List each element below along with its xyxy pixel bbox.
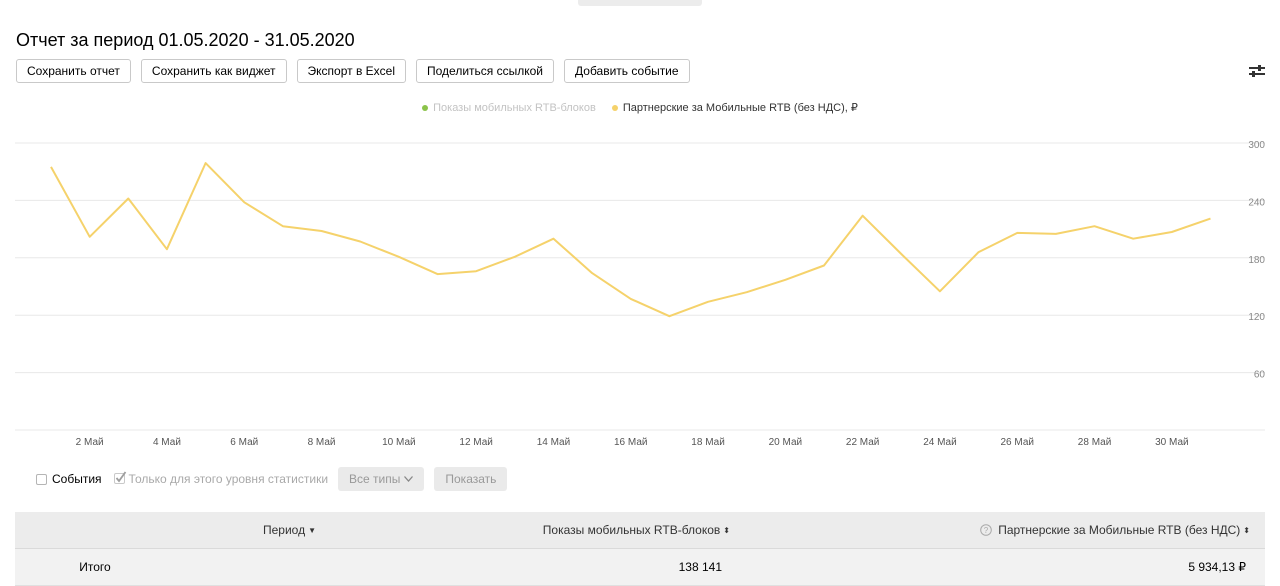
x-tick-label: 12 Май (459, 437, 493, 448)
column-header-impressions-label: Показы мобильных RTB-блоков (542, 523, 721, 537)
save-report-button[interactable]: Сохранить отчет (16, 59, 131, 83)
x-tick-label: 28 Май (1078, 437, 1112, 448)
y-tick-label: 300 (1248, 140, 1265, 151)
page-title: Отчет за период 01.05.2020 - 31.05.2020 (16, 30, 355, 50)
y-tick-label: 60 (1254, 370, 1266, 381)
x-tick-label: 8 Май (308, 437, 336, 448)
chevron-down-icon (404, 476, 414, 482)
column-header-period[interactable]: Период ▼ (15, 523, 564, 537)
events-label: События (52, 472, 102, 486)
help-icon[interactable]: ? (980, 524, 992, 536)
top-panel-tab[interactable] (578, 0, 702, 6)
table-header-row: Период ▼ ? Показы мобильных RTB-блоков ⬍… (15, 512, 1265, 549)
chart-legend: Показы мобильных RTB-блоков Партнерские … (0, 101, 1280, 114)
legend-item-partner[interactable]: Партнерские за Мобильные RTB (без НДС), … (611, 101, 858, 114)
column-header-impressions[interactable]: ? Показы мобильных RTB-блоков ⬍ (543, 523, 730, 537)
sort-down-icon: ▼ (308, 525, 316, 535)
sort-both-icon: ⬍ (1243, 525, 1250, 535)
column-header-partner[interactable]: ? Партнерские за Мобильные RTB (без НДС)… (730, 523, 1250, 537)
legend-dot-partner (611, 104, 618, 111)
legend-item-impressions[interactable]: Показы мобильных RTB-блоков (422, 101, 596, 114)
legend-label-impressions: Показы мобильных RTB-блоков (433, 101, 596, 114)
x-tick-label: 2 Май (76, 437, 104, 448)
legend-dot-impressions (422, 104, 429, 111)
x-tick-label: 16 Май (614, 437, 648, 448)
series-line-partner (50, 162, 1211, 318)
x-tick-label: 4 Май (153, 437, 181, 448)
total-partner: 5 934,13 ₽ (1188, 560, 1246, 574)
column-header-partner-label: Партнерские за Мобильные RTB (без НДС) (998, 523, 1241, 537)
share-link-button[interactable]: Поделиться ссылкой (416, 59, 555, 83)
x-tick-label: 26 Май (1001, 437, 1035, 448)
settings-sliders-icon[interactable] (1248, 63, 1266, 79)
events-checkbox[interactable] (36, 473, 47, 485)
y-tick-label: 240 (1248, 197, 1265, 208)
events-filter-row: События Только для этого уровня статисти… (36, 467, 517, 491)
save-widget-button[interactable]: Сохранить как виджет (140, 59, 287, 83)
y-tick-label: 180 (1248, 255, 1265, 266)
y-tick-label: 120 (1248, 312, 1265, 323)
only-level-label: Только для этого уровня статистики (128, 472, 329, 486)
column-header-period-label: Период (262, 523, 306, 537)
revenue-line-chart: 300 240 180 120 60 2 Май 4 Май 6 Май 8 Май 10 Ма… (15, 140, 1266, 448)
add-event-button[interactable]: Добавить событие (564, 59, 690, 83)
stats-table: Период ▼ ? Показы мобильных RTB-блоков ⬍… (15, 512, 1265, 586)
all-types-dropdown[interactable]: Все типы (338, 467, 425, 491)
x-tick-label: 30 Май (1155, 437, 1189, 448)
x-tick-label: 10 Май (382, 437, 416, 448)
x-tick-label: 22 Май (846, 437, 880, 448)
export-excel-button[interactable]: Экспорт в Excel (296, 59, 407, 83)
check-icon[interactable] (113, 470, 127, 484)
total-label: Итого (79, 560, 111, 574)
x-tick-label: 6 Май (230, 437, 258, 448)
svg-text:?: ? (984, 526, 989, 535)
report-toolbar: Сохранить отчет Сохранить как виджет Экс… (16, 59, 700, 83)
legend-label-partner: Партнерские за Мобильные RTB (без НДС), … (622, 102, 858, 114)
total-impressions: 138 141 (678, 560, 722, 574)
x-tick-label: 24 Май (923, 437, 957, 448)
table-total-row: Итого 138 141 5 934,13 ₽ (15, 549, 1265, 586)
show-button[interactable]: Показать (434, 467, 508, 491)
x-tick-label: 20 Май (769, 437, 803, 448)
all-types-label: Все типы (349, 472, 401, 486)
x-tick-label: 18 Май (691, 437, 725, 448)
sort-both-icon: ⬍ (723, 525, 730, 535)
x-tick-label: 14 Май (537, 437, 571, 448)
